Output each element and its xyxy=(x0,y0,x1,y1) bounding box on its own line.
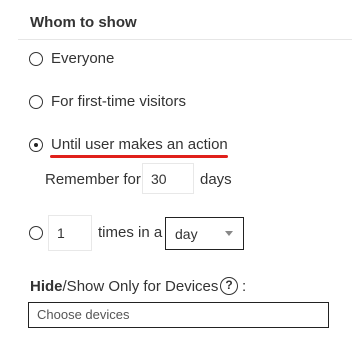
period-select-value: day xyxy=(175,226,198,242)
choose-devices-input[interactable]: Choose devices xyxy=(28,302,329,328)
remember-suffix-label: days xyxy=(200,171,232,188)
times-count-input[interactable] xyxy=(48,215,92,251)
option-first-time-visitors-label[interactable]: For first-time visitors xyxy=(51,93,186,110)
divider xyxy=(18,39,352,40)
devices-title-bold: Hide xyxy=(30,278,63,295)
radio-everyone[interactable] xyxy=(29,52,43,66)
option-everyone-label[interactable]: Everyone xyxy=(51,50,114,67)
devices-title-colon: : xyxy=(242,278,247,295)
devices-title-rest: /Show Only for Devices xyxy=(62,278,219,295)
remember-prefix-label: Remember for xyxy=(45,171,141,188)
highlight-underline xyxy=(50,155,228,158)
chevron-down-icon xyxy=(225,231,233,236)
remember-days-input[interactable] xyxy=(142,163,194,194)
radio-times-in-period[interactable] xyxy=(29,226,43,240)
times-in-label: times in a xyxy=(98,224,163,241)
section-title: Whom to show xyxy=(30,14,137,31)
period-select[interactable]: day xyxy=(165,217,244,250)
devices-title: Hide/Show Only for Devices xyxy=(30,278,218,295)
radio-first-time-visitors[interactable] xyxy=(29,95,43,109)
option-until-action-label[interactable]: Until user makes an action xyxy=(51,136,228,153)
help-icon[interactable]: ? xyxy=(220,277,238,295)
radio-until-action[interactable] xyxy=(29,138,43,152)
